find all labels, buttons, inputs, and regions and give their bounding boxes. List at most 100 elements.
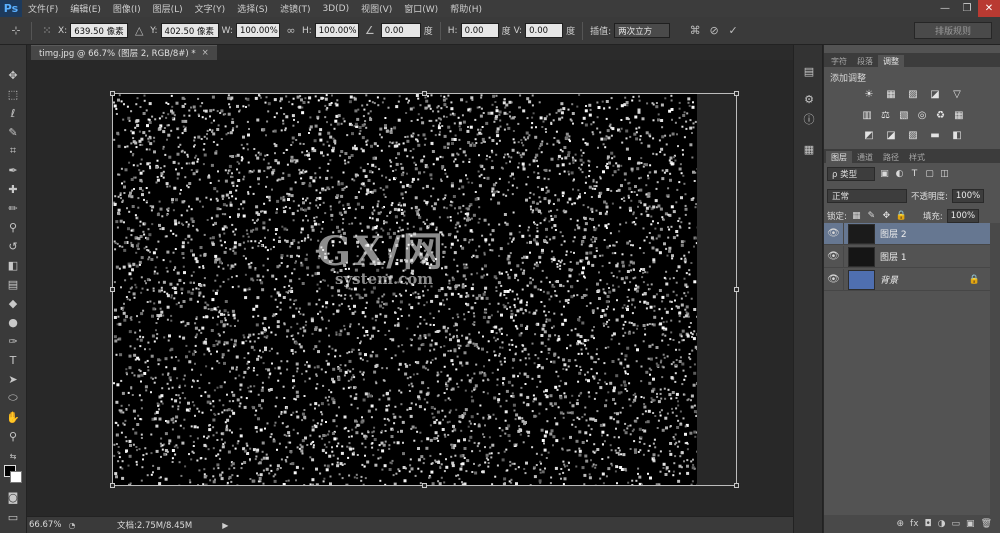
swap-colors-icon[interactable]: ⇆ [4, 448, 22, 464]
filter-adjustment-icon[interactable]: ◐ [894, 168, 905, 179]
layer-row[interactable]: 👁 背景 🔒 [824, 268, 990, 291]
history-panel-icon[interactable]: ▤ [801, 63, 817, 79]
width-field[interactable]: 100.00% [235, 23, 280, 38]
close-button[interactable]: ✕ [978, 0, 1000, 17]
filter-smart-icon[interactable]: ◫ [939, 168, 950, 179]
screen-mode-icon[interactable]: ▭ [4, 509, 22, 525]
filter-pixel-icon[interactable]: ▣ [879, 168, 890, 179]
transform-handle-bottom-right[interactable] [734, 483, 739, 488]
transform-handle-top-left[interactable] [110, 91, 115, 96]
x-field[interactable]: 639.50 像素 [70, 23, 129, 38]
transform-tool-icon[interactable]: ⊹ [8, 23, 24, 39]
interpolation-select[interactable]: 两次立方 [614, 23, 671, 38]
zoom-tool-icon[interactable]: ⚲ [4, 428, 22, 444]
status-menu-arrow-icon[interactable]: ▶ [222, 521, 228, 530]
menu-view[interactable]: 视图(V) [355, 2, 398, 15]
visibility-eye-icon[interactable]: 👁 [824, 268, 844, 291]
link-layers-icon[interactable]: ⊕ [897, 519, 905, 529]
workspace-switcher[interactable]: 排版规则 [914, 22, 992, 39]
marquee-tool-icon[interactable]: ⬚ [4, 86, 22, 102]
new-adjustment-icon[interactable]: ◑ [938, 519, 946, 529]
exposure-icon[interactable]: ◪ [928, 87, 942, 101]
menu-file[interactable]: 文件(F) [22, 2, 64, 15]
menu-help[interactable]: 帮助(H) [444, 2, 488, 15]
reference-point-icon[interactable]: ⁙ [39, 23, 55, 39]
layer-row[interactable]: 👁 图层 1 [824, 245, 990, 268]
menu-filter[interactable]: 滤镜(T) [274, 2, 317, 15]
close-document-icon[interactable]: × [202, 48, 209, 58]
delete-layer-icon[interactable]: 🗑 [981, 519, 992, 529]
menu-image[interactable]: 图像(I) [107, 2, 147, 15]
lock-all-icon[interactable]: 🔒 [896, 210, 907, 221]
visibility-eye-icon[interactable]: 👁 [824, 245, 844, 268]
gradient-tool-icon[interactable]: ▤ [4, 276, 22, 292]
quick-mask-icon[interactable]: ◙ [4, 489, 22, 505]
threshold-icon[interactable]: ▨ [906, 128, 920, 142]
filter-type-icon[interactable]: T [909, 168, 920, 179]
hskew-field[interactable]: 0.00 [460, 23, 499, 38]
blend-mode-select[interactable]: 正常 [827, 188, 907, 203]
new-layer-icon[interactable]: ▣ [966, 519, 975, 529]
transform-handle-bottom-left[interactable] [110, 483, 115, 488]
hue-saturation-icon[interactable]: ▥ [860, 108, 874, 122]
eraser-tool-icon[interactable]: ◧ [4, 257, 22, 273]
menu-select[interactable]: 选择(S) [231, 2, 274, 15]
selective-color-icon[interactable]: ◧ [950, 128, 964, 142]
menu-edit[interactable]: 编辑(E) [64, 2, 107, 15]
warp-icon[interactable]: ⌘ [687, 23, 703, 39]
transform-handle-bottom[interactable] [422, 483, 427, 488]
transform-handle-right[interactable] [734, 287, 739, 292]
maximize-button[interactable]: ❐ [956, 0, 978, 17]
transform-handle-top[interactable] [422, 91, 427, 96]
new-group-icon[interactable]: ▭ [952, 519, 961, 529]
vibrance-icon[interactable]: ▽ [950, 87, 964, 101]
gradient-map-icon[interactable]: ▬ [928, 128, 942, 142]
tab-adjustments[interactable]: 调整 [878, 55, 904, 67]
filter-shape-icon[interactable]: ▢ [924, 168, 935, 179]
curves-icon[interactable]: ▨ [906, 87, 920, 101]
move-tool-icon[interactable]: ✥ [4, 67, 22, 83]
layer-style-icon[interactable]: fx [910, 519, 919, 529]
tab-character[interactable]: 字符 [826, 55, 852, 67]
path-select-tool-icon[interactable]: ➤ [4, 371, 22, 387]
commit-transform-icon[interactable]: ✓ [725, 23, 741, 39]
menu-3d[interactable]: 3D(D) [316, 4, 355, 14]
lock-image-icon[interactable]: ✎ [866, 210, 877, 221]
hand-tool-icon[interactable]: ✋ [4, 409, 22, 425]
brush-tool-icon[interactable]: ✏ [4, 200, 22, 216]
brightness-contrast-icon[interactable]: ☀ [862, 87, 876, 101]
status-info-icon[interactable]: ◔ [67, 517, 77, 533]
black-white-icon[interactable]: ▧ [897, 108, 911, 122]
invert-icon[interactable]: ◩ [862, 128, 876, 142]
eyedropper-tool-icon[interactable]: ✒ [4, 162, 22, 178]
color-balance-icon[interactable]: ⚖ [878, 108, 892, 122]
zoom-level[interactable]: 66.67% [29, 519, 67, 532]
healing-tool-icon[interactable]: ✚ [4, 181, 22, 197]
cancel-transform-icon[interactable]: ⊘ [706, 23, 722, 39]
delta-icon[interactable]: △ [131, 23, 147, 39]
type-tool-icon[interactable]: T [4, 352, 22, 368]
dodge-tool-icon[interactable]: ● [4, 314, 22, 330]
swatches-panel-icon[interactable]: ▦ [801, 141, 817, 157]
background-color-swatch[interactable] [10, 471, 22, 483]
tab-layers[interactable]: 图层 [826, 151, 852, 163]
add-mask-icon[interactable]: ◘ [925, 519, 932, 529]
tab-styles[interactable]: 样式 [904, 151, 930, 163]
lock-position-icon[interactable]: ✥ [881, 210, 892, 221]
posterize-icon[interactable]: ◪ [884, 128, 898, 142]
color-lookup-icon[interactable]: ▦ [952, 108, 966, 122]
layer-row[interactable]: 👁 图层 2 [824, 222, 990, 245]
info-panel-icon[interactable]: ⓘ [801, 111, 817, 127]
fill-field[interactable]: 100% [946, 208, 980, 223]
y-field[interactable]: 402.50 像素 [160, 23, 219, 38]
minimize-button[interactable]: — [934, 0, 956, 17]
history-brush-tool-icon[interactable]: ↺ [4, 238, 22, 254]
visibility-eye-icon[interactable]: 👁 [824, 222, 844, 245]
crop-tool-icon[interactable]: ⌗ [4, 143, 22, 159]
blur-tool-icon[interactable]: ◆ [4, 295, 22, 311]
document-tab[interactable]: timg.jpg @ 66.7% (图层 2, RGB/8#) * × [31, 45, 217, 60]
link-icon[interactable]: ∞ [283, 23, 299, 39]
channel-mixer-icon[interactable]: ♻ [933, 108, 947, 122]
opacity-field[interactable]: 100% [951, 188, 985, 203]
height-field[interactable]: 100.00% [314, 23, 359, 38]
